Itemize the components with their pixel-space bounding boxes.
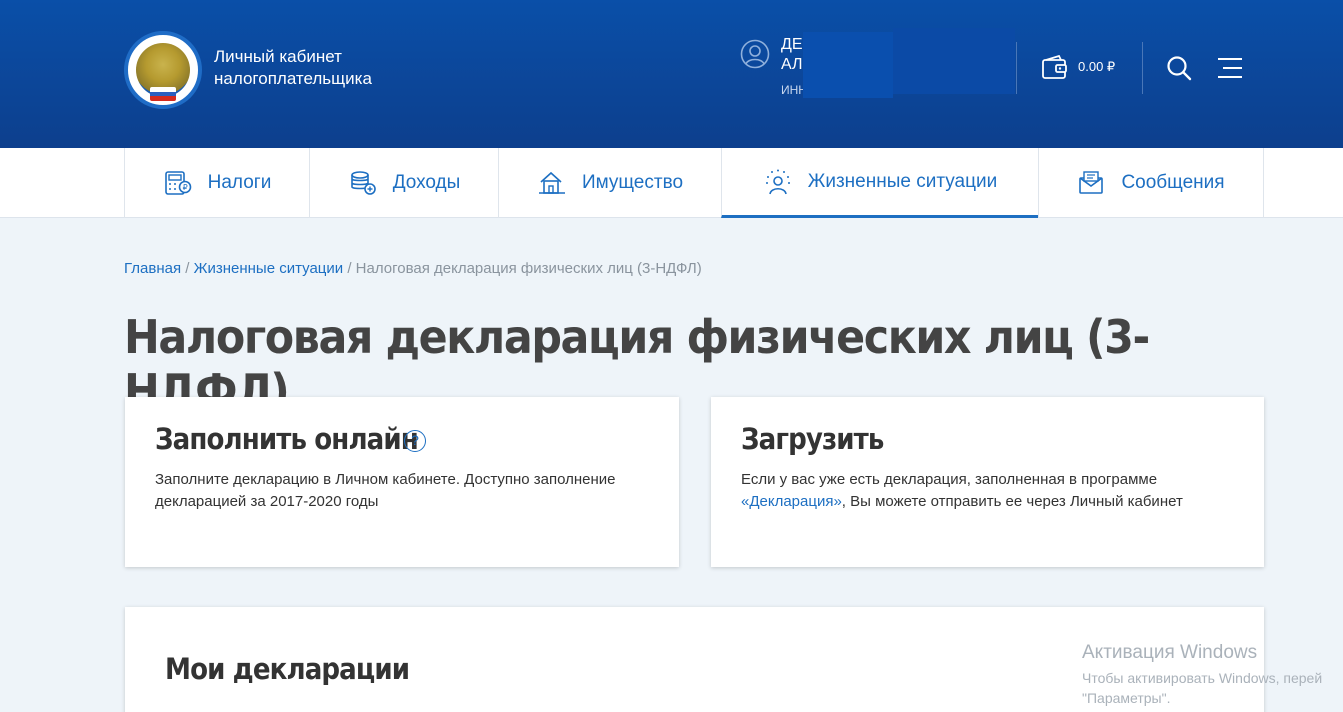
upload-text-part-1: Если у вас уже есть декларация, заполнен… <box>741 471 1158 488</box>
redaction-block <box>803 32 893 98</box>
windows-activation-line-2: "Параметры". <box>1082 690 1171 706</box>
user-icon[interactable] <box>740 39 770 69</box>
svg-text:₽: ₽ <box>182 183 187 192</box>
fill-online-description: Заполните декларацию в Личном кабинете. … <box>155 471 616 510</box>
nav-item-taxes[interactable]: ₽ Налоги <box>124 148 310 218</box>
fill-online-card[interactable]: Заполнить онлайн Заполните декларацию в … <box>125 397 679 567</box>
user-name[interactable]: ДЕ АЛ <box>781 35 803 75</box>
nav-item-label: Доходы <box>392 172 461 193</box>
nav-item-life-situations[interactable]: Жизненные ситуации <box>721 148 1039 218</box>
brand-line-2: налогоплательщика <box>214 69 372 88</box>
coins-icon <box>350 171 376 195</box>
search-icon[interactable] <box>1166 55 1192 81</box>
menu-icon[interactable] <box>1217 57 1243 79</box>
main-navigation: ₽ Налоги Доходы Имущество Жизненные ситу… <box>0 148 1343 218</box>
calculator-icon: ₽ <box>164 171 191 195</box>
header-divider <box>1142 42 1143 94</box>
breadcrumb: Главная / Жизненные ситуации / Налоговая… <box>124 260 702 277</box>
upload-description: Если у вас уже есть декларация, заполнен… <box>741 469 1201 513</box>
nav-item-label: Жизненные ситуации <box>807 170 998 192</box>
nav-item-label: Имущество <box>581 172 684 193</box>
user-name-line-1: ДЕ <box>781 36 803 53</box>
balance-amount[interactable]: 0.00 ₽ <box>1078 59 1115 75</box>
nav-item-label: Налоги <box>207 172 272 193</box>
person-icon <box>765 169 790 194</box>
breadcrumb-separator: / <box>185 260 194 277</box>
wallet-icon[interactable] <box>1041 55 1069 81</box>
envelope-icon <box>1079 171 1104 194</box>
nav-item-property[interactable]: Имущество <box>498 148 722 218</box>
upload-text-part-2: , Вы можете отправить ее через Личный ка… <box>841 493 1183 510</box>
fns-emblem-logo[interactable] <box>124 31 202 109</box>
my-declarations-title: Мои декларации <box>165 652 410 686</box>
fill-online-title: Заполнить онлайн <box>155 422 419 456</box>
declaration-program-link[interactable]: «Декларация» <box>741 493 842 510</box>
nav-item-label: Сообщения <box>1121 172 1225 193</box>
upload-card[interactable]: Загрузить Если у вас уже есть декларация… <box>711 397 1264 567</box>
breadcrumb-current: Налоговая декларация физических лиц (3-Н… <box>355 260 702 277</box>
upload-title: Загрузить <box>741 422 884 456</box>
windows-activation-text: Чтобы активировать Windows, перей "Парам… <box>1082 668 1322 708</box>
brand-line-1: Личный кабинет <box>214 47 342 66</box>
user-name-line-2: АЛ <box>781 56 803 73</box>
brand-title[interactable]: Личный кабинет налогоплательщика <box>214 46 372 90</box>
windows-activation-title: Активация Windows <box>1082 642 1258 663</box>
nav-item-messages[interactable]: Сообщения <box>1038 148 1264 218</box>
breadcrumb-separator: / <box>347 260 356 277</box>
house-icon <box>538 171 565 194</box>
site-header: Личный кабинет налогоплательщика ДЕ АЛ И… <box>0 0 1343 148</box>
breadcrumb-home-link[interactable]: Главная <box>124 260 181 277</box>
header-divider <box>1016 42 1017 94</box>
nav-item-income[interactable]: Доходы <box>309 148 499 218</box>
redaction-block <box>893 28 1015 94</box>
windows-activation-line-1: Чтобы активировать Windows, перей <box>1082 670 1323 686</box>
breadcrumb-section-link[interactable]: Жизненные ситуации <box>194 260 344 277</box>
help-question-icon[interactable]: ? <box>404 430 426 452</box>
